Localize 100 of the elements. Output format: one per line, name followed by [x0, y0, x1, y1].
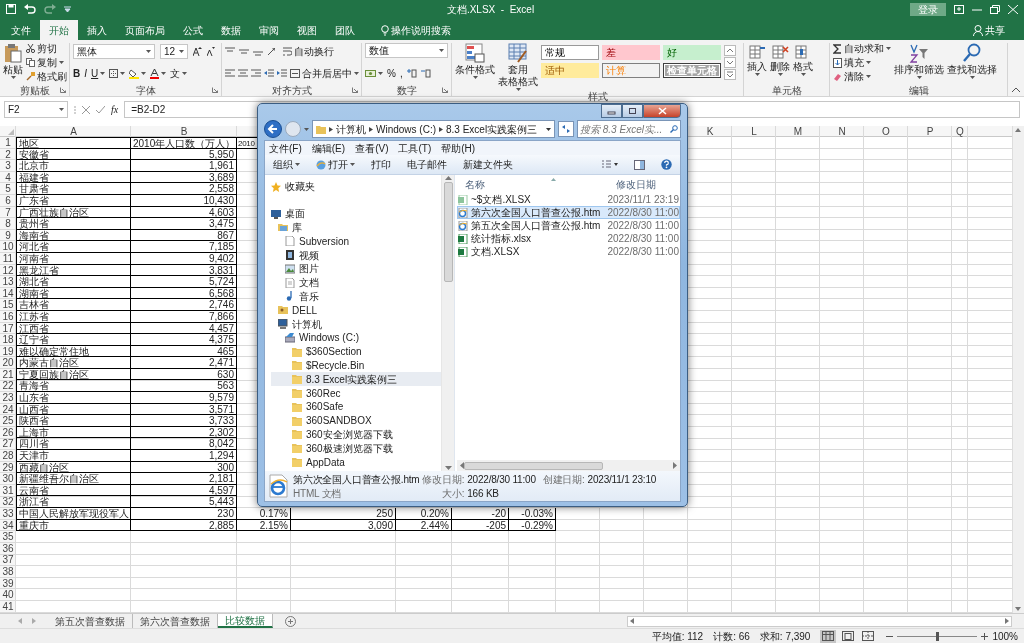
- font-color-button[interactable]: [150, 68, 167, 79]
- gallery-down-icon[interactable]: [724, 57, 736, 68]
- enter-icon[interactable]: [96, 105, 105, 114]
- align-right-icon[interactable]: [251, 69, 261, 78]
- row-header[interactable]: 41: [0, 600, 16, 613]
- scrollbar-thumb[interactable]: [464, 461, 603, 470]
- toolbar-button[interactable]: 新建文件夹: [463, 159, 513, 170]
- bold-button[interactable]: B: [73, 68, 81, 79]
- row-header[interactable]: 5: [0, 183, 16, 195]
- tree-item[interactable]: 360Safe: [271, 399, 441, 414]
- tree-item[interactable]: 文档: [271, 275, 441, 290]
- column-header[interactable]: K: [688, 126, 732, 137]
- decrease-indent-icon[interactable]: [264, 69, 274, 78]
- border-button[interactable]: [109, 69, 126, 78]
- ribbon-tab[interactable]: 页面布局: [116, 20, 174, 40]
- row-header[interactable]: 30: [0, 473, 16, 485]
- tree-item[interactable]: 桌面: [271, 206, 441, 221]
- merge-center-button[interactable]: 合并后居中: [290, 68, 359, 79]
- row-header[interactable]: 20: [0, 357, 16, 369]
- tree-item[interactable]: 计算机: [271, 317, 441, 331]
- cell-style-option[interactable]: 差: [602, 45, 660, 60]
- fill-button[interactable]: 填充: [833, 57, 891, 68]
- maximize-button[interactable]: [622, 104, 643, 118]
- row-header[interactable]: 18: [0, 334, 16, 346]
- ribbon-tab[interactable]: 插入: [78, 20, 116, 40]
- zoom-level[interactable]: 100%: [992, 630, 1018, 642]
- menu-item[interactable]: 查看(V): [355, 142, 389, 154]
- increase-indent-icon[interactable]: [277, 69, 287, 78]
- decrease-decimal-icon[interactable]: [420, 69, 431, 78]
- refresh-icon[interactable]: [558, 121, 574, 137]
- dialog-launcher-icon[interactable]: [212, 87, 218, 93]
- row-header[interactable]: 34: [0, 519, 16, 532]
- align-center-icon[interactable]: [238, 69, 248, 78]
- align-middle-icon[interactable]: [239, 47, 249, 56]
- cell-style-option[interactable]: 好: [663, 45, 721, 60]
- zoom-in-icon[interactable]: [981, 632, 989, 640]
- row-header[interactable]: 8: [0, 218, 16, 230]
- font-size-field[interactable]: 12: [160, 44, 188, 59]
- tree-item[interactable]: 8.3 Excel实践案例三: [271, 372, 441, 387]
- phonetic-button[interactable]: 文: [170, 68, 188, 79]
- row-header[interactable]: 15: [0, 299, 16, 311]
- currency-button[interactable]: [365, 69, 383, 78]
- row-header[interactable]: 6: [0, 194, 16, 207]
- row-header[interactable]: 14: [0, 287, 16, 300]
- row-header[interactable]: 25: [0, 415, 16, 427]
- page-layout-view-button[interactable]: [840, 629, 857, 643]
- column-header[interactable]: A: [16, 126, 131, 137]
- find-select-button[interactable]: 查找和选择: [947, 43, 997, 84]
- tree-item[interactable]: DELL: [271, 303, 441, 318]
- normal-view-button[interactable]: [820, 629, 837, 643]
- row-header[interactable]: 31: [0, 484, 16, 497]
- fill-color-button[interactable]: [129, 68, 147, 79]
- tree-item[interactable]: 360SANDBOX: [271, 413, 441, 428]
- insert-cells-button[interactable]: 插入: [747, 43, 767, 84]
- row-header[interactable]: 40: [0, 589, 16, 601]
- row-header[interactable]: 12: [0, 264, 16, 277]
- row-header[interactable]: 10: [0, 241, 16, 253]
- row-header[interactable]: 26: [0, 426, 16, 439]
- minimize-button[interactable]: [601, 104, 622, 118]
- row-header[interactable]: 27: [0, 438, 16, 451]
- row-header[interactable]: 16: [0, 310, 16, 323]
- vertical-scrollbar[interactable]: [1012, 126, 1024, 613]
- font-name-field[interactable]: 黑体: [73, 44, 155, 59]
- menu-item[interactable]: 编辑(E): [311, 142, 346, 154]
- undo-icon[interactable]: [24, 4, 36, 14]
- tree-item[interactable]: 视频: [271, 248, 441, 262]
- scroll-right-icon[interactable]: [1003, 617, 1011, 625]
- comma-button[interactable]: ,: [399, 68, 403, 79]
- ribbon-tab[interactable]: 开始: [40, 20, 78, 40]
- ribbon-tab[interactable]: 视图: [288, 20, 326, 40]
- name-box[interactable]: F2: [4, 101, 68, 118]
- menu-item[interactable]: 工具(T): [398, 142, 432, 154]
- row-header[interactable]: 13: [0, 276, 16, 288]
- italic-button[interactable]: I: [84, 68, 87, 79]
- gallery-up-icon[interactable]: [724, 45, 736, 56]
- scroll-left-icon[interactable]: [628, 617, 636, 625]
- column-header[interactable]: Q: [952, 126, 968, 137]
- format-painter-button[interactable]: 格式刷: [26, 71, 67, 82]
- tree-item[interactable]: Windows (C:): [271, 330, 441, 345]
- number-format-field[interactable]: 数值: [365, 43, 448, 58]
- toolbar-button[interactable]: 电子邮件: [407, 159, 447, 170]
- row-header[interactable]: 39: [0, 577, 16, 590]
- column-header[interactable]: B: [131, 126, 237, 137]
- row-header[interactable]: 23: [0, 392, 16, 404]
- file-row[interactable]: 第六次全国人口普查公报.htm 2022/8/30 11:00: [457, 206, 680, 219]
- customize-icon[interactable]: [64, 6, 71, 12]
- ribbon-tab[interactable]: 团队: [326, 20, 364, 40]
- percent-button[interactable]: %: [387, 68, 396, 79]
- tree-item[interactable]: $360Section: [271, 344, 441, 359]
- scrollbar-thumb[interactable]: [443, 182, 453, 282]
- underline-button[interactable]: U: [91, 68, 106, 79]
- tree-item[interactable]: 360Rec: [271, 386, 441, 400]
- row-header[interactable]: 11: [0, 252, 16, 265]
- paste-button[interactable]: 粘贴: [3, 43, 23, 84]
- row-header[interactable]: 9: [0, 229, 16, 242]
- tree-item[interactable]: $Recycle.Bin: [271, 358, 441, 373]
- row-header[interactable]: 1: [0, 137, 16, 149]
- gallery-more-icon[interactable]: [724, 69, 736, 80]
- close-button[interactable]: [643, 104, 681, 118]
- file-row[interactable]: ~$文档.XLSX 2023/11/1 23:19: [457, 193, 680, 206]
